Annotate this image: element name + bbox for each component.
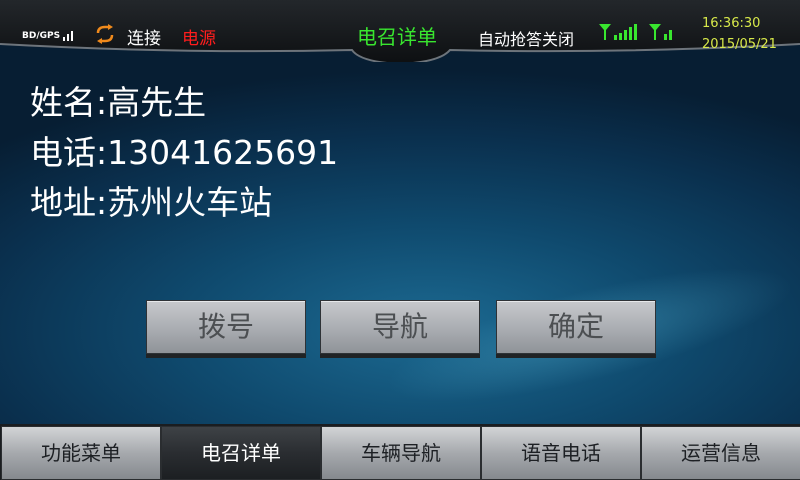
bottom-tab-bar: 功能菜单 电召详单 车辆导航 语音电话 运营信息 [0,424,800,480]
page-title: 电召详单 [357,25,437,49]
tab-voice-call[interactable]: 语音电话 [481,426,641,480]
dial-button[interactable]: 拨号 [146,300,306,354]
tab-dispatch-details[interactable]: 电召详单 [161,426,321,480]
sync-icon [96,24,114,44]
clock-time: 16:36:30 [702,16,761,31]
auto-answer-status: 自动抢答关闭 [478,30,575,49]
gps-label: BD/GPS [22,31,61,41]
screen: BD/GPS 连接 电源 电召详单 自动抢答关闭 16:36:30 2015/0… [0,0,800,480]
gps-signal-icon [63,31,73,41]
status-bar: BD/GPS 连接 电源 电召详单 自动抢答关闭 16:36:30 2015/0… [0,0,800,62]
tab-operation-info[interactable]: 运营信息 [641,426,800,480]
confirm-button[interactable]: 确定 [496,300,656,354]
navigate-button[interactable]: 导航 [320,300,480,354]
power-label: 电源 [182,29,216,49]
customer-address: 地址:苏州火车站 [30,183,273,222]
customer-phone: 电话:13041625691 [30,133,339,172]
cell-signal-icon [599,24,637,40]
connection-label: 连接 [127,29,161,49]
customer-name: 姓名:高先生 [30,83,207,122]
tab-function-menu[interactable]: 功能菜单 [1,426,161,480]
clock-date: 2015/05/21 [702,37,777,52]
wifi-signal-icon [649,24,672,40]
tab-vehicle-navigation[interactable]: 车辆导航 [321,426,481,480]
